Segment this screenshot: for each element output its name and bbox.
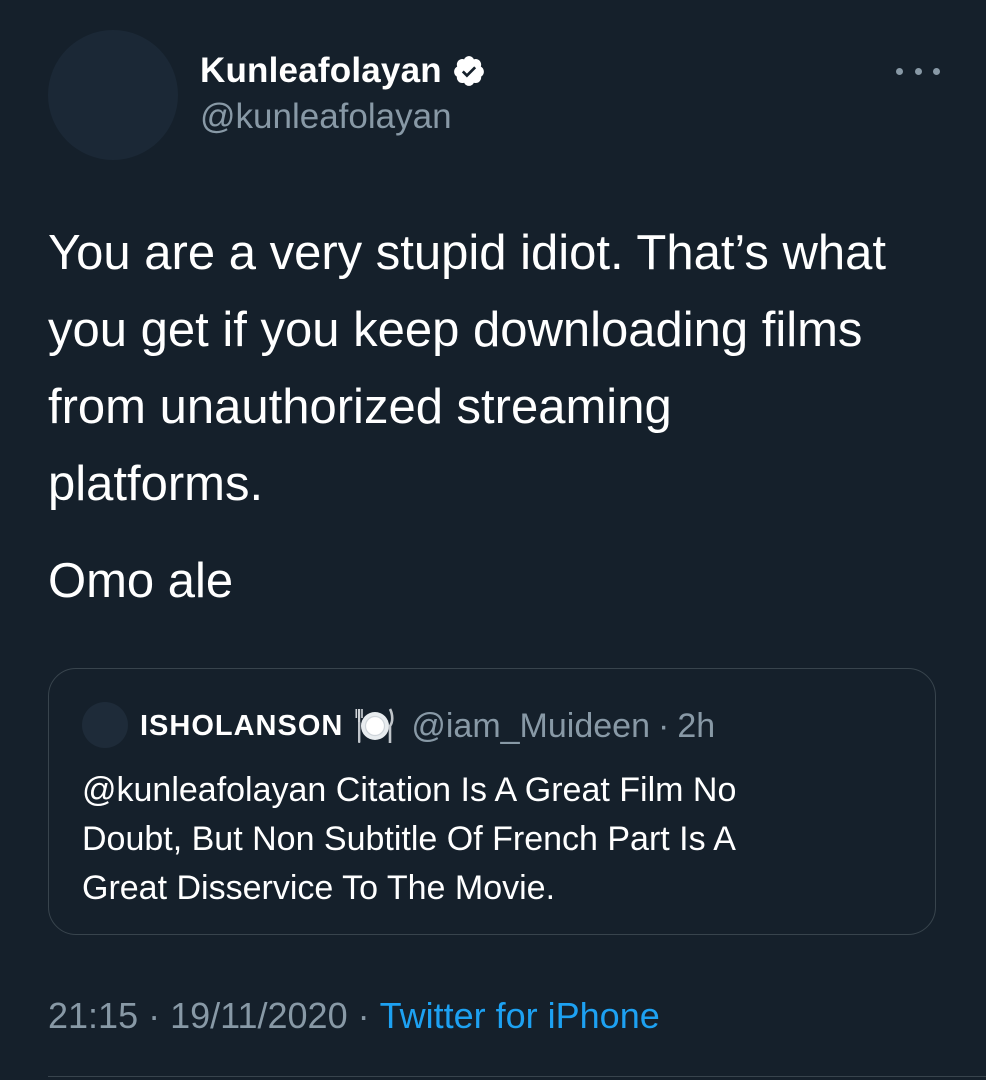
tweet-time: 21:15: [48, 995, 139, 1036]
separator-dot: ·: [657, 706, 670, 745]
tweet-text-line: Omo ale: [48, 554, 234, 608]
tweet-date: 19/11/2020: [170, 995, 348, 1036]
quoted-tweet-time: 2h: [677, 706, 716, 745]
author-name[interactable]: Kunleafolayan: [200, 51, 442, 91]
separator-dot: ·: [357, 995, 370, 1036]
quoted-author-handle: @iam_Muideen: [411, 706, 650, 745]
tweet-text: You are a very stupid idiot. That’s what…: [48, 226, 887, 511]
tweet-detail: Kunleafolayan @kunleafolayan You are a v…: [0, 0, 986, 1080]
verified-badge-icon: [453, 56, 484, 86]
author-avatar[interactable]: [48, 30, 178, 160]
tweet-source-link[interactable]: Twitter for iPhone: [380, 995, 660, 1037]
more-dot: [896, 67, 903, 75]
more-options-icon[interactable]: [896, 56, 940, 86]
quoted-author-name: ISHOLANSON: [140, 709, 344, 742]
divider: [48, 1076, 986, 1077]
tweet-meta: 21:15 · 19/11/2020 · Twitter for iPhone: [48, 995, 660, 1037]
quoted-tweet-header: ISHOLANSON @iam_Muideen · 2h: [140, 703, 715, 749]
plate-with-cutlery-icon: [355, 708, 394, 743]
author-handle[interactable]: @kunleafolayan: [200, 97, 452, 137]
quoted-tweet-text: @kunleafolayan Citation Is A Great Film …: [82, 771, 737, 907]
more-dot: [914, 67, 922, 75]
quoted-author-avatar: [82, 702, 128, 748]
author-name-row: Kunleafolayan: [200, 50, 486, 92]
quoted-tweet-card[interactable]: ISHOLANSON @iam_Muideen · 2h @kunleafola…: [48, 668, 936, 935]
more-dot: [933, 67, 940, 75]
separator-dot: ·: [148, 995, 161, 1036]
